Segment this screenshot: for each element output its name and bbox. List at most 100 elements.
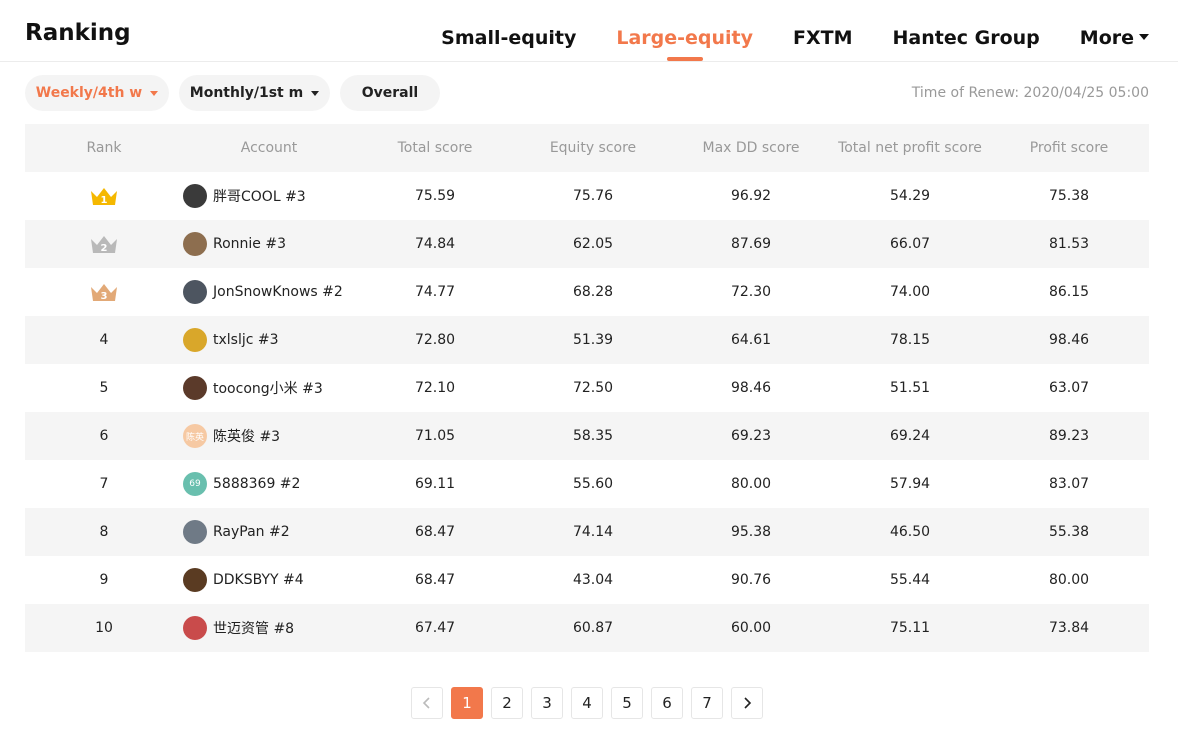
net-profit-score: 66.07 — [889, 236, 931, 252]
table-header: Rank Account Total score Equity score Ma… — [25, 124, 1149, 172]
page-button-5[interactable]: 5 — [611, 687, 643, 719]
rank-number: 10 — [95, 620, 113, 636]
account-cell[interactable]: 世迈资管 #8 — [183, 616, 355, 640]
net-profit-score: 75.11 — [889, 620, 931, 636]
header-rank: Rank — [86, 140, 122, 156]
max-dd-score: 60.00 — [730, 620, 772, 636]
page-button-4[interactable]: 4 — [571, 687, 603, 719]
table-row[interactable]: 9 DDKSBYY #4 68.47 43.04 90.76 55.44 80.00 — [25, 556, 1149, 604]
rank-number: 4 — [99, 332, 109, 348]
table-row[interactable]: 1 胖哥COOL #3 75.59 75.76 96.92 54.29 75.38 — [25, 172, 1149, 220]
max-dd-score: 96.92 — [730, 188, 772, 204]
page-button-2[interactable]: 2 — [491, 687, 523, 719]
table-row[interactable]: 10 世迈资管 #8 67.47 60.87 60.00 75.11 73.84 — [25, 604, 1149, 652]
avatar: 69 — [183, 472, 207, 496]
account-name: DDKSBYY #4 — [213, 572, 304, 588]
total-score: 72.10 — [414, 380, 456, 396]
table-row[interactable]: 2 Ronnie #3 74.84 62.05 87.69 66.07 81.53 — [25, 220, 1149, 268]
avatar — [183, 232, 207, 256]
net-profit-score: 55.44 — [889, 572, 931, 588]
nav-more[interactable]: More — [1080, 27, 1149, 61]
account-name: txlsljc #3 — [213, 332, 279, 348]
avatar — [183, 616, 207, 640]
profit-score: 89.23 — [1048, 428, 1090, 444]
caret-down-icon — [1139, 33, 1149, 40]
max-dd-score: 80.00 — [730, 476, 772, 492]
header-profit-score: Profit score — [1029, 140, 1109, 156]
account-name: Ronnie #3 — [213, 236, 287, 252]
crown-icon: 2 — [91, 236, 117, 254]
table-row[interactable]: 8 RayPan #2 68.47 74.14 95.38 46.50 55.38 — [25, 508, 1149, 556]
account-cell[interactable]: Ronnie #3 — [183, 232, 355, 256]
total-score: 69.11 — [414, 476, 456, 492]
page-title: Ranking — [25, 20, 131, 46]
net-profit-score: 54.29 — [889, 188, 931, 204]
account-name: 世迈资管 #8 — [213, 621, 295, 637]
account-cell[interactable]: toocong小米 #3 — [183, 376, 355, 400]
chevron-right-icon — [744, 697, 752, 709]
nav-small-equity[interactable]: Small-equity — [441, 27, 576, 61]
page-button-3[interactable]: 3 — [531, 687, 563, 719]
account-cell[interactable]: RayPan #2 — [183, 520, 355, 544]
table-row[interactable]: 6 陈英 陈英俊 #3 71.05 58.35 69.23 69.24 89.23 — [25, 412, 1149, 460]
table-row[interactable]: 7 69 5888369 #2 69.11 55.60 80.00 57.94 83.07 — [25, 460, 1149, 508]
equity-score: 60.87 — [572, 620, 614, 636]
net-profit-score: 69.24 — [889, 428, 931, 444]
weekly-filter[interactable]: Weekly/4th w — [25, 75, 169, 111]
table-row[interactable]: 4 txlsljc #3 72.80 51.39 64.61 78.15 98.46 — [25, 316, 1149, 364]
crown-rank-number: 3 — [101, 291, 108, 302]
net-profit-score: 74.00 — [889, 284, 931, 300]
equity-score: 75.76 — [572, 188, 614, 204]
monthly-filter[interactable]: Monthly/1st m — [179, 75, 330, 111]
equity-score: 55.60 — [572, 476, 614, 492]
nav-fxtm[interactable]: FXTM — [793, 27, 853, 61]
net-profit-score: 46.50 — [889, 524, 931, 540]
header-account: Account — [240, 140, 298, 156]
avatar — [183, 376, 207, 400]
rank-number: 9 — [99, 572, 109, 588]
net-profit-score: 57.94 — [889, 476, 931, 492]
avatar — [183, 520, 207, 544]
account-cell[interactable]: txlsljc #3 — [183, 328, 355, 352]
table-row[interactable]: 3 JonSnowKnows #2 74.77 68.28 72.30 74.00 86.1… — [25, 268, 1149, 316]
renew-time: Time of Renew: 2020/04/25 05:00 — [911, 85, 1149, 101]
prev-page-button[interactable] — [411, 687, 443, 719]
nav-large-equity[interactable]: Large-equity — [616, 27, 753, 61]
header-total-score: Total score — [397, 140, 473, 156]
rank-crown: 2 — [25, 233, 183, 255]
account-cell[interactable]: 69 5888369 #2 — [183, 472, 355, 496]
account-name: toocong小米 #3 — [213, 381, 323, 397]
equity-score: 58.35 — [572, 428, 614, 444]
account-cell[interactable]: 陈英 陈英俊 #3 — [183, 424, 355, 448]
net-profit-score: 51.51 — [889, 380, 931, 396]
table-row[interactable]: 5 toocong小米 #3 72.10 72.50 98.46 51.51 63.07 — [25, 364, 1149, 412]
equity-score: 43.04 — [572, 572, 614, 588]
page-button-1[interactable]: 1 — [451, 687, 483, 719]
account-cell[interactable]: 胖哥COOL #3 — [183, 184, 355, 208]
crown-icon: 3 — [91, 284, 117, 302]
header-equity-score: Equity score — [549, 140, 637, 156]
header-max-dd-score: Max DD score — [702, 140, 800, 156]
max-dd-score: 98.46 — [730, 380, 772, 396]
rank-number: 6 — [99, 428, 109, 444]
page-button-7[interactable]: 7 — [691, 687, 723, 719]
total-score: 68.47 — [414, 572, 456, 588]
max-dd-score: 64.61 — [730, 332, 772, 348]
monthly-filter-label: Monthly/1st m — [189, 85, 304, 101]
crown-rank-number: 1 — [101, 195, 108, 206]
page-button-6[interactable]: 6 — [651, 687, 683, 719]
overall-filter[interactable]: Overall — [340, 75, 440, 111]
max-dd-score: 90.76 — [730, 572, 772, 588]
nav-more-label: More — [1079, 27, 1134, 49]
equity-score: 74.14 — [572, 524, 614, 540]
account-cell[interactable]: JonSnowKnows #2 — [183, 280, 355, 304]
account-cell[interactable]: DDKSBYY #4 — [183, 568, 355, 592]
account-name: 胖哥COOL #3 — [213, 189, 306, 205]
total-score: 71.05 — [414, 428, 456, 444]
avatar — [183, 184, 207, 208]
overall-filter-label: Overall — [361, 85, 419, 101]
profit-score: 98.46 — [1048, 332, 1090, 348]
avatar — [183, 280, 207, 304]
next-page-button[interactable] — [731, 687, 763, 719]
nav-hantec-group[interactable]: Hantec Group — [893, 27, 1040, 61]
